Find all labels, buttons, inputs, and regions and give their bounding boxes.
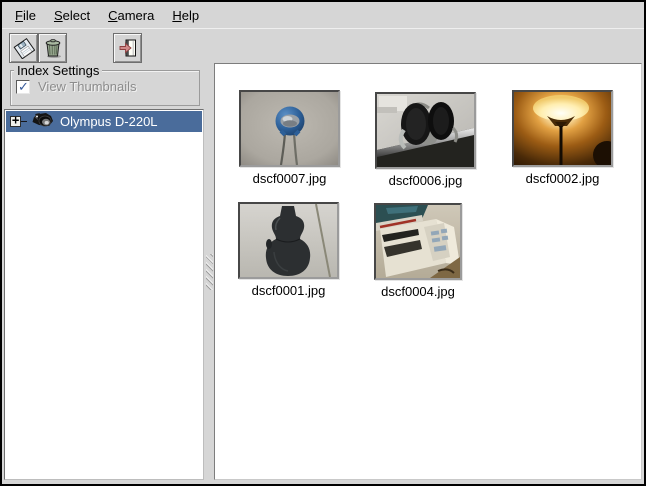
- view-thumbnails-checkbox[interactable]: [16, 80, 30, 94]
- thumbnail-panel: dscf0007.jpg: [214, 63, 642, 480]
- expander-plus-icon[interactable]: [10, 116, 21, 127]
- camera-tree: Olympus D-220L: [4, 109, 204, 480]
- thumbnail-item[interactable]: dscf0002.jpg: [512, 90, 613, 186]
- thumbnail-filename: dscf0004.jpg: [374, 284, 462, 299]
- index-settings-frame: Index Settings View Thumbnails: [10, 70, 200, 106]
- trash-icon: [42, 37, 64, 59]
- thumbnail-image-headphones: [375, 92, 476, 169]
- camera-label: Olympus D-220L: [60, 114, 158, 129]
- thumbnail-image-thermistor: [239, 90, 340, 167]
- gtkam-window: File Select Camera Help: [0, 0, 646, 486]
- thumbnail-image-guitar-case: [238, 202, 339, 279]
- pane-resize-handle[interactable]: [206, 254, 213, 290]
- thumbnail-filename: dscf0001.jpg: [238, 283, 339, 298]
- thumbnail-item[interactable]: dscf0004.jpg: [374, 203, 462, 299]
- camera-icon: [29, 111, 55, 133]
- view-thumbnails-label: View Thumbnails: [38, 79, 137, 94]
- menu-help[interactable]: Help: [169, 5, 202, 26]
- save-button[interactable]: [9, 33, 38, 63]
- tree-item-camera[interactable]: Olympus D-220L: [6, 111, 202, 132]
- menu-file[interactable]: File: [12, 5, 39, 26]
- exit-button[interactable]: [113, 33, 142, 63]
- menu-camera[interactable]: Camera: [105, 5, 157, 26]
- thumbnail-filename: dscf0006.jpg: [375, 173, 476, 188]
- pane-divider: [205, 63, 214, 480]
- delete-button[interactable]: [38, 33, 67, 63]
- tree-branch-line: [21, 121, 27, 122]
- frame-title: Index Settings: [14, 63, 102, 78]
- floppy-disk-icon: [13, 37, 35, 59]
- menu-bar: File Select Camera Help: [2, 2, 644, 29]
- thumbnail-image-lamp: [512, 90, 613, 167]
- exit-door-icon: [117, 37, 139, 59]
- thumbnail-item[interactable]: dscf0006.jpg: [375, 92, 476, 188]
- thumbnail-image-printer: [374, 203, 462, 280]
- view-thumbnails-option[interactable]: View Thumbnails: [16, 79, 137, 94]
- thumbnail-item[interactable]: dscf0001.jpg: [238, 202, 339, 298]
- menu-select[interactable]: Select: [51, 5, 93, 26]
- thumbnail-filename: dscf0002.jpg: [512, 171, 613, 186]
- thumbnail-item[interactable]: dscf0007.jpg: [239, 90, 340, 186]
- thumbnail-filename: dscf0007.jpg: [239, 171, 340, 186]
